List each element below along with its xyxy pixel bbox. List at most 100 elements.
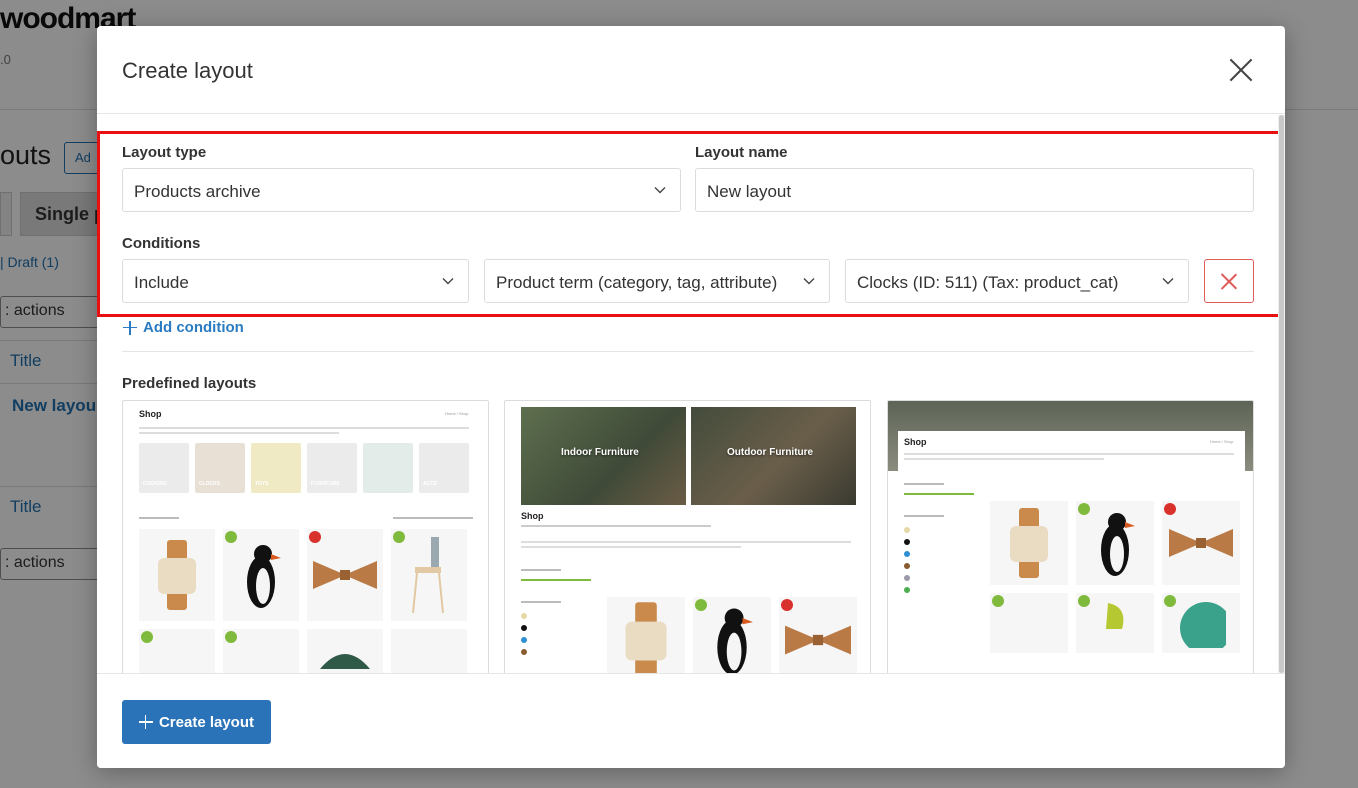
- create-layout-modal: Create layout Layout type Products archi…: [97, 26, 1285, 768]
- sale-badge: [225, 531, 237, 543]
- hero-label: Indoor Furniture: [561, 447, 639, 458]
- product-thumb: [1162, 501, 1240, 585]
- category-tile: CLOCKS: [195, 443, 245, 493]
- card-shop-title: Shop: [904, 437, 927, 447]
- product-thumb: [391, 529, 467, 621]
- product-thumb: [779, 597, 857, 673]
- plus-icon: [138, 715, 153, 729]
- add-condition-label: Add condition: [143, 319, 244, 336]
- card-sidebar: [904, 483, 980, 599]
- condition-type-value: Product term (category, tag, attribute): [496, 273, 778, 292]
- hot-badge: [1164, 503, 1176, 515]
- product-thumb: [990, 501, 1068, 585]
- category-tile: COOKING: [139, 443, 189, 493]
- penguin-icon: [1101, 513, 1135, 576]
- product-thumb: [223, 529, 299, 621]
- card-product-grid: [607, 597, 857, 673]
- conditions-label: Conditions: [122, 235, 201, 252]
- modal-body: Layout type Products archive Layout name…: [97, 115, 1285, 673]
- sale-badge: [1078, 503, 1090, 515]
- hot-badge: [781, 599, 793, 611]
- chevron-down-icon: [654, 187, 666, 194]
- card-breadcrumb: Home / Shop: [445, 411, 469, 416]
- sorting-label: [393, 517, 473, 519]
- product-thumb: [693, 597, 771, 673]
- layout-name-label: Layout name: [695, 144, 788, 161]
- hero-indoor-furniture: Indoor Furniture: [521, 407, 686, 505]
- close-icon[interactable]: [1227, 56, 1255, 84]
- predefined-layout-card-3[interactable]: Shop Home / Shop: [887, 400, 1254, 673]
- bowtie-icon: [1169, 529, 1233, 557]
- card-text-line: [139, 427, 469, 429]
- category-tile: FURNITURE: [307, 443, 357, 493]
- layout-type-value: Products archive: [134, 182, 261, 201]
- product-thumb: [1076, 593, 1154, 653]
- layout-name-input[interactable]: New layout: [695, 168, 1254, 212]
- chevron-down-icon: [1162, 278, 1174, 285]
- hero-label: Outdoor Furniture: [727, 447, 814, 458]
- hero-outdoor-furniture: Outdoor Furniture: [691, 407, 856, 505]
- category-tile: TOYS: [251, 443, 301, 493]
- card-content: Shop Home / Shop: [898, 431, 1245, 673]
- layout-type-select[interactable]: Products archive: [122, 168, 681, 212]
- penguin-icon: [717, 608, 753, 673]
- card-text-line: [521, 541, 851, 543]
- watch-icon: [625, 602, 667, 673]
- create-layout-label: Create layout: [158, 713, 255, 731]
- predefined-layout-card-1[interactable]: Shop Home / Shop COOKING CLOCKS TOYS FUR…: [122, 400, 489, 673]
- sale-badge: [695, 599, 707, 611]
- product-thumb: [1162, 593, 1240, 653]
- modal-header: Create layout: [97, 26, 1285, 114]
- condition-type-select[interactable]: Product term (category, tag, attribute): [484, 259, 830, 303]
- card-text-line: [904, 458, 1104, 460]
- condition-value-text: Clocks (ID: 511) (Tax: product_cat): [857, 273, 1119, 292]
- card-product-grid: [139, 529, 467, 673]
- product-thumb: [223, 629, 299, 673]
- card-product-grid: [990, 501, 1240, 653]
- product-thumb: [607, 597, 685, 673]
- plus-icon: [123, 320, 137, 335]
- modal-title: Create layout: [122, 58, 253, 83]
- filters-label: [139, 517, 179, 519]
- remove-condition-button[interactable]: [1204, 259, 1254, 303]
- product-thumb: [139, 629, 215, 673]
- product-thumb: [307, 529, 383, 621]
- product-thumb: [139, 529, 215, 621]
- chair-icon: [412, 537, 444, 613]
- card-shop-title: Shop: [139, 409, 162, 419]
- product-thumb: [1076, 501, 1154, 585]
- card-text-line: [904, 453, 1234, 455]
- layout-name-value: New layout: [707, 182, 792, 201]
- predefined-layouts-label: Predefined layouts: [122, 375, 257, 392]
- predefined-layout-card-2[interactable]: Indoor Furniture Outdoor Furniture Shop: [504, 400, 871, 673]
- bowtie-icon: [313, 561, 377, 589]
- card-nav-line: [521, 525, 711, 527]
- card-shop-title: Shop: [521, 511, 544, 521]
- condition-value-select[interactable]: Clocks (ID: 511) (Tax: product_cat): [845, 259, 1189, 303]
- bowtie-icon: [785, 625, 851, 655]
- condition-comparison-value: Include: [134, 273, 189, 292]
- card-sidebar: [521, 569, 597, 661]
- watch-icon: [158, 540, 196, 610]
- card-category-row: COOKING CLOCKS TOYS FURNITURE ACCE: [139, 443, 469, 493]
- modal-footer: Create layout: [97, 673, 1285, 768]
- scrollbar-thumb[interactable]: [1279, 115, 1284, 673]
- chevron-down-icon: [803, 278, 815, 285]
- condition-comparison-select[interactable]: Include: [122, 259, 469, 303]
- card-text-line: [521, 546, 741, 548]
- card-breadcrumb: Home / Shop: [1210, 439, 1234, 444]
- create-layout-button[interactable]: Create layout: [122, 700, 271, 744]
- add-condition-button[interactable]: Add condition: [123, 319, 244, 336]
- card-text-line: [139, 432, 339, 434]
- hot-badge: [309, 531, 321, 543]
- category-tile: [363, 443, 413, 493]
- product-thumb: [990, 593, 1068, 653]
- sale-badge: [393, 531, 405, 543]
- divider: [122, 351, 1254, 352]
- product-thumb: [391, 629, 467, 673]
- category-tile: ACCE: [419, 443, 469, 493]
- modal-scrollbar[interactable]: [1278, 115, 1285, 673]
- product-thumb: [307, 629, 383, 673]
- watch-icon: [1010, 508, 1048, 578]
- chevron-down-icon: [442, 278, 454, 285]
